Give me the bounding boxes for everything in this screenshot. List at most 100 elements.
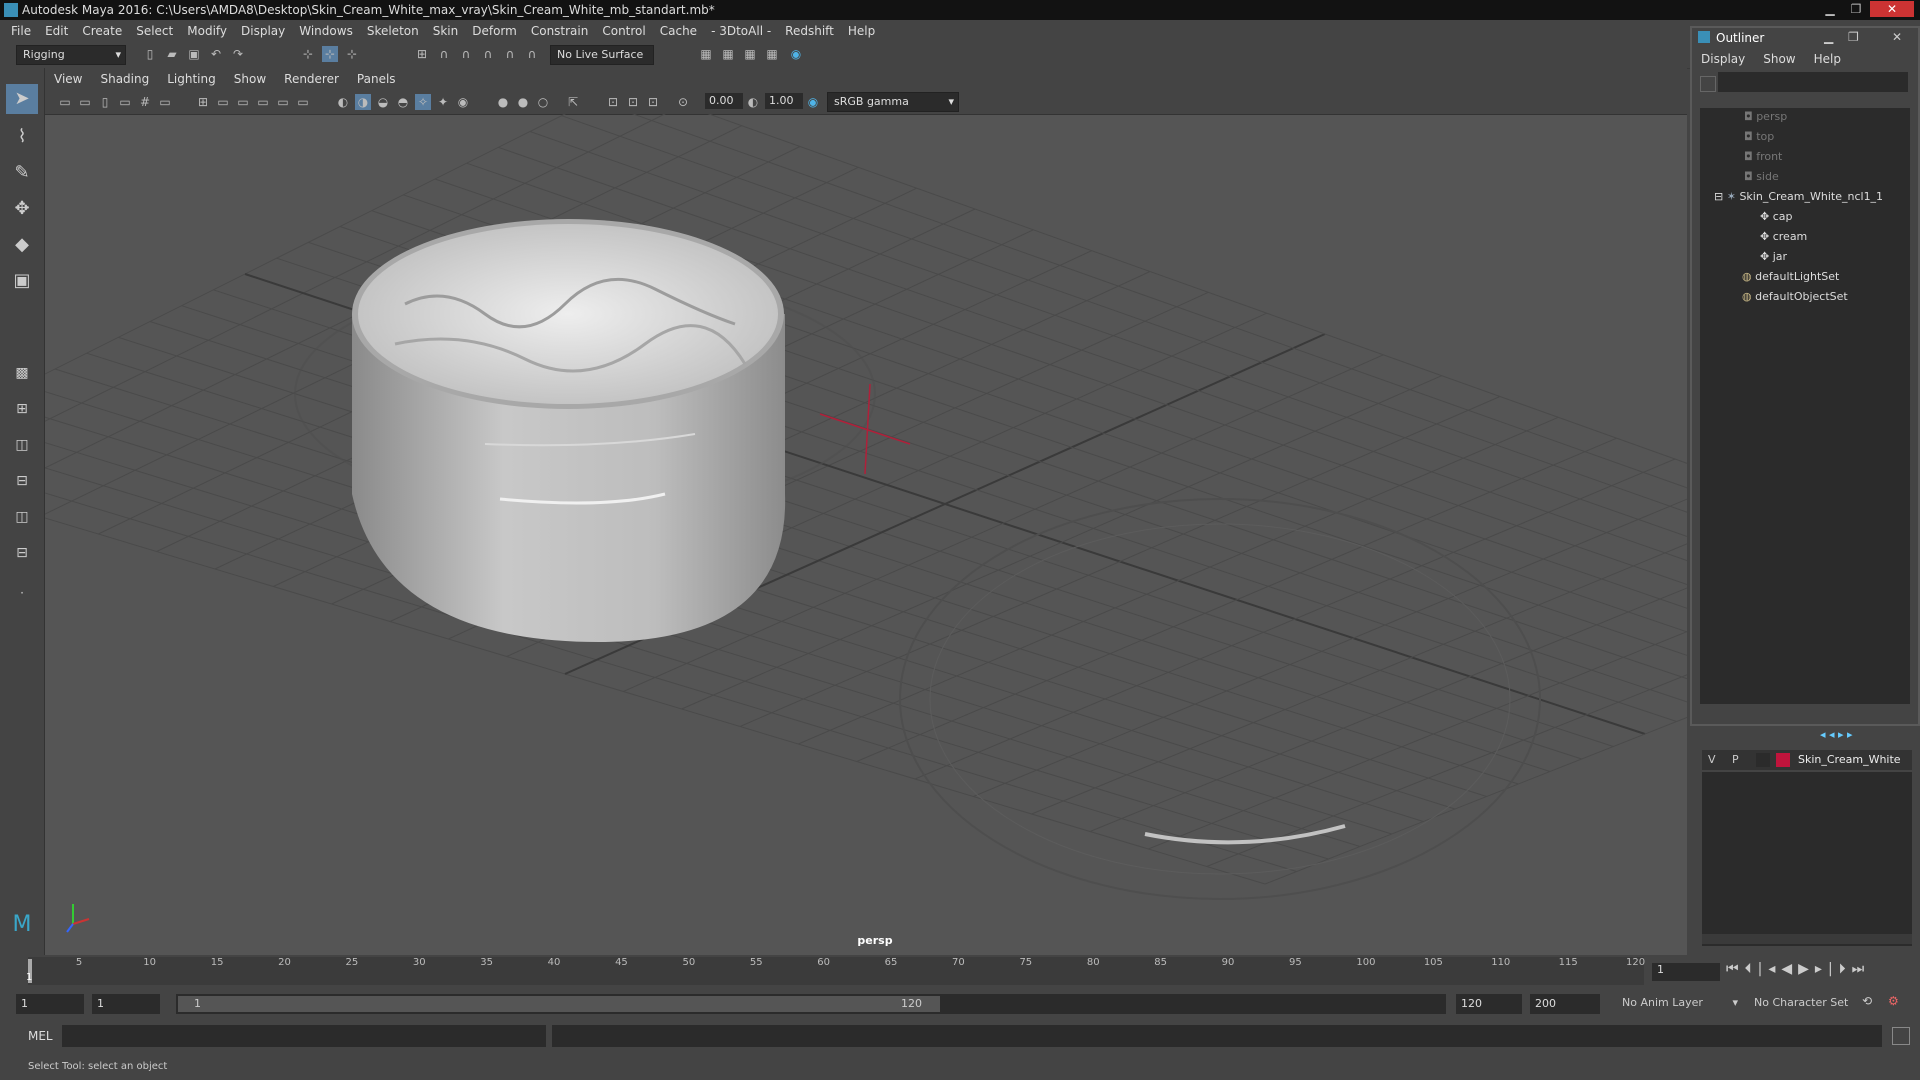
image-plane-icon[interactable]: ▭ (117, 94, 133, 110)
grid-icon[interactable]: # (137, 94, 153, 110)
play-forward-icon[interactable]: ▶ (1798, 961, 1815, 977)
go-to-end-icon[interactable]: ⏭ (1852, 961, 1871, 977)
wireframe-on-shaded-icon[interactable]: ◑ (355, 94, 371, 110)
select-component-icon[interactable]: ⊹ (344, 46, 360, 62)
layer-scrollbar[interactable] (1702, 934, 1912, 944)
layer-playback-toggle[interactable]: P (1732, 753, 1739, 766)
minimize-icon[interactable]: ▁ (1824, 30, 1833, 44)
step-forward-icon[interactable]: ▸| (1815, 961, 1839, 977)
outliner-item-front[interactable]: ◘ front (1744, 148, 1782, 166)
shaded-icon[interactable]: ◐ (335, 94, 351, 110)
go-to-start-icon[interactable]: ⏮ (1726, 961, 1745, 977)
redshift-icon[interactable]: ◉ (788, 46, 804, 62)
snap-curve-icon[interactable]: ∩ (436, 46, 452, 62)
layer-visibility-toggle[interactable]: V (1708, 753, 1716, 766)
menuset-dropdown[interactable]: Rigging ▾ (16, 45, 126, 65)
ao-icon[interactable]: ◓ (395, 94, 411, 110)
antialias-icon[interactable]: ✧ (415, 94, 431, 110)
safe-area-icon[interactable]: ⊡ (625, 94, 641, 110)
step-forward-key-icon[interactable]: ⏵ (1839, 961, 1852, 977)
two-pane-layout-icon[interactable]: ◫ (6, 430, 38, 460)
menu-select[interactable]: Select (129, 20, 180, 42)
hypershade-icon[interactable]: ▦ (764, 46, 780, 62)
step-back-key-icon[interactable]: ⏴ (1745, 961, 1758, 977)
outliner-menu-show[interactable]: Show (1754, 48, 1804, 70)
menu-deform[interactable]: Deform (465, 20, 524, 42)
outliner-item-top[interactable]: ◘ top (1744, 128, 1774, 146)
camera-attr-icon[interactable]: ▭ (77, 94, 93, 110)
exposure-field[interactable]: 0.00 (705, 93, 743, 109)
range-slider-handle[interactable]: 1 120 (178, 996, 940, 1012)
outliner-menu-help[interactable]: Help (1805, 48, 1850, 70)
motion-blur-icon[interactable]: ◉ (455, 94, 471, 110)
panel-menu-renderer[interactable]: Renderer (275, 68, 348, 90)
gate-mask-icon[interactable]: ⊡ (645, 94, 661, 110)
close-icon[interactable]: ✕ (1870, 1, 1914, 17)
paint-select-icon[interactable]: ✎ (6, 158, 38, 188)
dof-icon[interactable]: ✦ (435, 94, 451, 110)
save-scene-icon[interactable]: ▣ (186, 46, 202, 62)
menu-skeleton[interactable]: Skeleton (360, 20, 426, 42)
move-tool-icon[interactable]: ✥ (6, 194, 38, 224)
step-back-icon[interactable]: |◂ (1758, 961, 1782, 977)
select-object-icon[interactable]: ⊹ (322, 46, 338, 62)
panel-menu-show[interactable]: Show (225, 68, 275, 90)
end-time-field[interactable]: 200 (1530, 994, 1600, 1014)
gamma-icon[interactable]: ◐ (745, 94, 761, 110)
panel-menu-lighting[interactable]: Lighting (158, 68, 225, 90)
render-settings-icon[interactable]: ▦ (742, 46, 758, 62)
layer-type-toggle[interactable] (1756, 753, 1770, 767)
four-pane-layout-icon[interactable]: ⊞ (6, 394, 38, 424)
custom-layout-icon[interactable]: · (6, 578, 38, 608)
menu-modify[interactable]: Modify (180, 20, 234, 42)
anim-prefs-icon[interactable]: ⚙ (1888, 994, 1899, 1008)
outliner-item-jar[interactable]: ✥ jar (1760, 248, 1787, 266)
hud-icon[interactable]: ● (495, 94, 511, 110)
menu-3dtoall[interactable]: - 3DtoAll - (704, 20, 778, 42)
close-icon[interactable]: ✕ (1892, 30, 1902, 44)
anim-layer-dropdown[interactable]: No Anim Layer ▾ (1622, 996, 1740, 1009)
menu-edit[interactable]: Edit (38, 20, 75, 42)
viewport-persp[interactable]: View Shading Lighting Show Renderer Panels ▭ … (45, 68, 1687, 955)
menu-create[interactable]: Create (75, 20, 129, 42)
menu-file[interactable]: File (4, 20, 38, 42)
live-surface-field[interactable]: No Live Surface (550, 45, 654, 65)
character-set-dropdown[interactable]: No Character Set (1754, 996, 1864, 1009)
snap-surface-icon[interactable]: ∩ (502, 46, 518, 62)
snap-view-icon[interactable]: ∩ (480, 46, 496, 62)
select-hierarchy-icon[interactable]: ⊹ (300, 46, 316, 62)
smooth-shade-icon[interactable]: ▭ (215, 94, 231, 110)
highlight-icon[interactable]: ● (515, 94, 531, 110)
panel-menu-panels[interactable]: Panels (348, 68, 405, 90)
single-pane-layout-icon[interactable]: ▩ (6, 358, 38, 388)
lasso-tool-icon[interactable]: ⌇ (6, 122, 38, 152)
jar-object[interactable] (352, 219, 786, 643)
color-space-dropdown[interactable]: sRGB gamma ▾ (827, 92, 959, 112)
shadows-icon[interactable]: ▭ (275, 94, 291, 110)
current-frame-field[interactable]: 1 (1652, 963, 1720, 981)
xray-icon[interactable]: ▭ (295, 94, 311, 110)
menu-display[interactable]: Display (234, 20, 292, 42)
minimize-icon[interactable]: ▁ (1818, 1, 1842, 17)
menu-help[interactable]: Help (841, 20, 882, 42)
command-input[interactable] (62, 1025, 546, 1047)
snap-point-icon[interactable]: ∩ (458, 46, 474, 62)
maximize-icon[interactable]: ❐ (1844, 1, 1868, 17)
playback-start-field[interactable]: 1 (92, 994, 160, 1014)
redo-icon[interactable]: ↷ (230, 46, 246, 62)
gamma-field[interactable]: 1.00 (765, 93, 803, 109)
open-scene-icon[interactable]: ▰ (164, 46, 180, 62)
lights-icon[interactable]: ▭ (255, 94, 271, 110)
maximize-icon[interactable]: ❐ (1848, 30, 1859, 44)
render-icon[interactable]: ▦ (698, 46, 714, 62)
rotate-tool-icon[interactable]: ◆ (6, 230, 38, 260)
hypershade-layout-icon[interactable]: ⊟ (6, 538, 38, 568)
outliner-item-cap[interactable]: ✥ cap (1760, 208, 1793, 226)
playback-end-field[interactable]: 120 (1456, 994, 1522, 1014)
bookmark-icon[interactable]: ▯ (97, 94, 113, 110)
filter-icon[interactable] (1700, 76, 1716, 92)
panel-menu-shading[interactable]: Shading (91, 68, 158, 90)
start-time-field[interactable]: 1 (16, 994, 84, 1014)
isolate-icon[interactable]: ◒ (375, 94, 391, 110)
menu-constrain[interactable]: Constrain (524, 20, 596, 42)
